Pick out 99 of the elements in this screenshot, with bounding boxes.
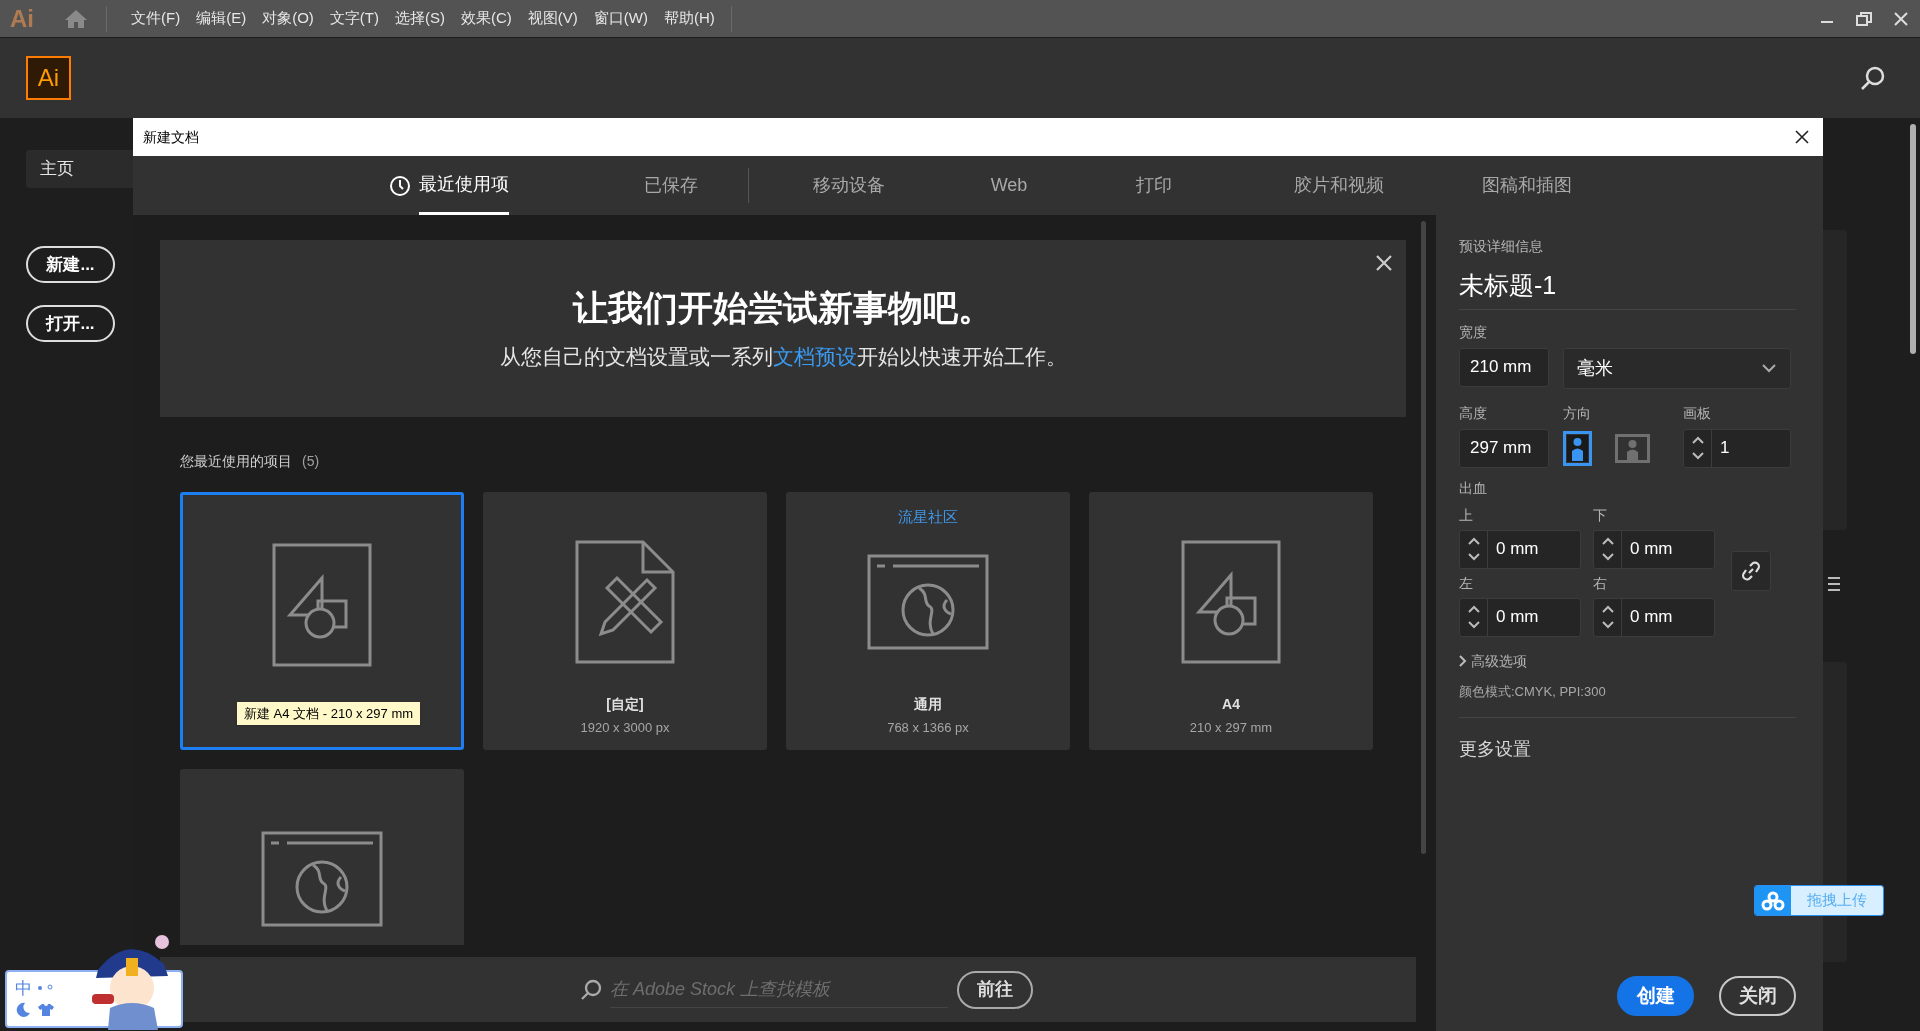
search-icon[interactable] [1860,65,1886,91]
recent-heading: 您最近使用的项目 [180,452,292,471]
field-label: 宽度 [1459,322,1488,342]
restore-icon[interactable] [1856,11,1872,26]
stepper-value: 1 [1719,437,1730,460]
cloud-rings-icon [1761,890,1785,911]
document-name[interactable]: 未标题-1 [1459,267,1796,310]
app-logo: Ai [26,56,71,100]
stepper-arrows-icon[interactable] [1600,604,1615,630]
menu-item[interactable]: 文件(F) [123,7,189,30]
menu-icon[interactable] [1828,576,1840,592]
color-mode-info: 颜色模式:CMYK, PPI:300 [1459,681,1796,718]
stepper-arrows-icon[interactable] [1466,536,1481,562]
tooltip: 新建 A4 文档 - 210 x 297 mm [237,702,421,725]
preset-card[interactable] [180,492,464,750]
scrollbar[interactable] [1421,221,1426,854]
menu-item[interactable]: 选择(S) [387,7,453,30]
create-button[interactable]: 创建 [1617,976,1694,1016]
chevron-down-icon [1762,363,1776,373]
unit-dropdown[interactable]: 毫米 [1563,347,1791,389]
stepper-value: 0 mm [1495,606,1539,629]
recent-count: (5) [302,452,320,471]
scrollbar[interactable] [1910,124,1916,354]
stepper-arrows-icon[interactable] [1466,604,1481,630]
number-stepper[interactable]: 0 mm [1459,529,1581,569]
dialog-title: 新建文档 [143,127,199,147]
stepper-value: 0 mm [1495,538,1539,561]
menu-item[interactable]: 帮助(H) [655,7,723,30]
presets-link[interactable]: 文档预设 [772,344,857,368]
document-shapes-icon [272,543,372,667]
preset-card[interactable]: A4 210 x 297 mm [1089,492,1373,750]
preset-card[interactable]: [自定] 1920 x 3000 px [483,492,767,750]
tab[interactable]: 胶片和视频 [1294,156,1384,215]
field-label: 上 [1459,505,1474,525]
card-community-label: 流星社区 [898,507,958,527]
preset-card[interactable]: 流星社区 通用 768 x 1366 px [786,492,1070,750]
field-label: 下 [1593,505,1608,525]
chevron-right-icon [1459,655,1467,667]
number-stepper[interactable]: 0 mm [1459,597,1581,637]
stepper-arrows-icon[interactable] [1600,536,1615,562]
shirt-icon[interactable] [37,1002,55,1017]
menu-item[interactable]: 窗口(W) [585,7,656,30]
stepper-value: 0 mm [1629,538,1673,561]
menu-item[interactable]: 效果(C) [453,7,520,30]
number-stepper[interactable]: 0 mm [1593,597,1715,637]
document-ruler-pencil-icon [575,540,675,664]
moon-icon[interactable] [15,1001,31,1018]
close-button[interactable]: 关闭 [1719,976,1796,1016]
field-label: 出血 [1459,478,1488,498]
go-button[interactable]: 前往 [957,970,1033,1009]
field-label: 画板 [1683,403,1712,423]
tab[interactable]: 图稿和插图 [1481,156,1572,215]
menu-item[interactable]: 文字(T) [321,7,387,30]
upload-label: 拖拽上传 [1791,886,1883,915]
menu-item[interactable]: 编辑(E) [188,7,255,30]
card-name: A4 [1222,695,1240,714]
menu-item[interactable]: 视图(V) [519,7,586,30]
app-logo: Ai [10,3,35,34]
browser-globe-icon [867,554,989,650]
portrait-orientation-icon[interactable] [1563,430,1592,466]
input-field[interactable]: 210 mm [1459,347,1549,387]
more-settings-link[interactable]: 更多设置 [1459,736,1796,763]
tab[interactable]: 移动设备 [813,156,885,215]
tab[interactable]: 已保存 [644,156,698,215]
input-field[interactable]: 297 mm [1459,428,1549,468]
stepper-arrows-icon[interactable] [1690,435,1705,461]
stock-search-field[interactable]: 在 Adobe Stock 上查找模板 [610,971,948,1008]
card-size: 210 x 297 mm [1189,719,1273,737]
field-label: 左 [1459,573,1474,593]
ime-mode-label[interactable]: 中 [15,976,32,1002]
field-label: 高度 [1459,403,1488,423]
tab[interactable]: 最近使用项 [419,156,509,215]
sidebar-button[interactable]: 新建... [26,246,115,283]
card-size: 768 x 1366 px [887,719,969,737]
link-button[interactable] [1731,550,1771,591]
card-size: 1920 x 3000 px [580,719,670,737]
home-tab[interactable]: 主页 [26,150,133,188]
browser-globe-icon [261,831,383,927]
card-name: [自定] [606,695,644,714]
number-stepper[interactable]: 0 mm [1593,529,1715,569]
field-label: 右 [1593,573,1608,593]
clock-icon [389,174,411,197]
stepper-value: 0 mm [1629,606,1673,629]
field-label: 方向 [1563,403,1592,423]
tab[interactable]: Web [990,156,1028,215]
number-stepper[interactable]: 1 [1683,428,1791,468]
banner-title: 让我们开始尝试新事物吧。 [573,287,993,329]
link-icon [1741,560,1761,581]
menu-item[interactable]: 对象(O) [254,7,322,30]
search-icon [580,978,602,1001]
card-name: 通用 [914,695,942,714]
sidebar-button[interactable]: 打开... [26,305,115,342]
close-icon[interactable] [1795,130,1809,144]
field-label: 预设详细信息 [1459,237,1544,256]
landscape-orientation-icon[interactable] [1615,433,1650,463]
document-shapes-icon [1181,540,1281,664]
advanced-options-toggle[interactable]: 高级选项 [1459,650,1796,672]
banner-text: 从您自己的文档设置或一系列文档预设开始以快速开始工作。 [499,343,1067,370]
tab[interactable]: 打印 [1136,156,1172,215]
